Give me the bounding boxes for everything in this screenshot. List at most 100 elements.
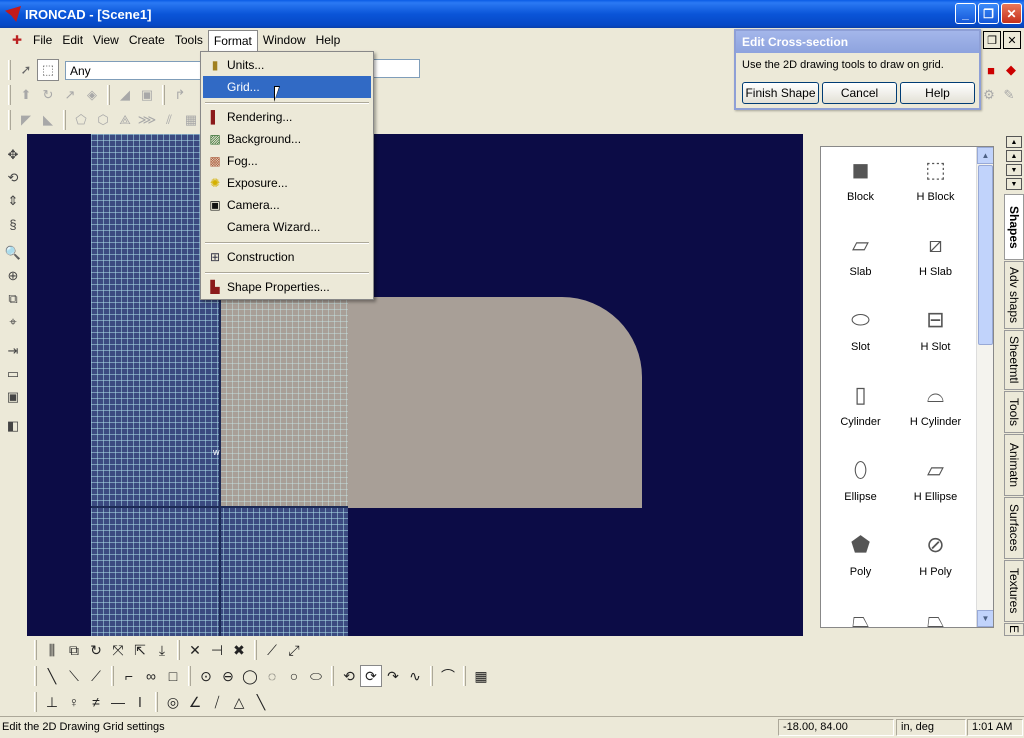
circle-tangent-icon[interactable]: ◌ — [261, 665, 283, 687]
line-icon[interactable]: ╲ — [41, 665, 63, 687]
mirror-icon[interactable]: ⫽ — [158, 109, 180, 131]
catalog-item-ellipse[interactable]: ⬯ Ellipse — [823, 455, 898, 503]
rectangle-icon[interactable]: □ — [162, 665, 184, 687]
tab-scroll-up-icon[interactable]: ▲ — [1006, 150, 1022, 162]
toolbar-grip[interactable] — [34, 692, 37, 712]
perpendicular-icon[interactable]: ⊥ — [41, 691, 63, 713]
menu-item-background[interactable]: ▨ Background... — [203, 128, 371, 150]
redo-arrow-icon[interactable]: ↱ — [169, 84, 191, 106]
rotate-icon[interactable]: ↻ — [85, 639, 107, 661]
toolbar-grip[interactable] — [8, 85, 11, 105]
sweep-icon[interactable]: ↗ — [59, 84, 81, 106]
menu-tools[interactable]: Tools — [170, 30, 208, 50]
toolbar-grip[interactable] — [430, 666, 433, 686]
parallel-icon[interactable]: ≠ — [85, 691, 107, 713]
scroll-up-icon[interactable]: ▲ — [977, 147, 993, 164]
vertical-icon[interactable]: ǀ — [129, 691, 151, 713]
toolbar-grip[interactable] — [254, 640, 257, 660]
arc-icon[interactable]: ⟲ — [338, 665, 360, 687]
zoom-icon[interactable]: 🔍 — [2, 242, 24, 264]
render-mode-icon[interactable]: ◧ — [2, 415, 24, 437]
toolbar-grip[interactable] — [34, 666, 37, 686]
tab-animatn[interactable]: Animatn — [1004, 434, 1024, 496]
tab-surfaces[interactable]: Surfaces — [1004, 497, 1024, 559]
circle-three-point-icon[interactable]: ◯ — [239, 665, 261, 687]
toolbar-grip[interactable] — [8, 60, 11, 80]
toolbar-grip[interactable] — [155, 692, 158, 712]
document-close-button[interactable]: ✕ — [1003, 31, 1021, 49]
circle-two-point-icon[interactable]: ⊖ — [217, 665, 239, 687]
tab-e[interactable]: E — [1004, 623, 1024, 636]
arc-tangent-icon[interactable]: ⟳ — [360, 665, 382, 687]
sketch-link-icon[interactable]: ∞ — [140, 665, 162, 687]
select-arrow-icon[interactable]: ➚ — [15, 59, 37, 81]
catalog-item-slab[interactable]: ▱ Slab — [823, 230, 898, 278]
menu-item-units[interactable]: ▮ Units... — [203, 54, 371, 76]
diagonal-dimension-icon[interactable]: ╲ — [250, 691, 272, 713]
pan-icon[interactable]: ✥ — [2, 144, 24, 166]
grid-settings-icon[interactable]: ▦ — [470, 665, 492, 687]
distance-icon[interactable]: ⧸ — [206, 691, 228, 713]
pattern-icon[interactable]: ⋙ — [136, 109, 158, 131]
tab-scroll-down-icon[interactable]: ▼ — [1006, 164, 1022, 176]
extend-icon[interactable]: ⧉ — [63, 639, 85, 661]
catalog-item-h-slot[interactable]: ⊟ H Slot — [898, 305, 973, 353]
dialog-title[interactable]: Edit Cross-section — [736, 31, 979, 53]
horizontal-icon[interactable]: — — [107, 691, 129, 713]
circle-tangent-two-icon[interactable]: ○ — [283, 665, 305, 687]
selection-filter-combo[interactable]: Any — [65, 60, 201, 80]
scene-viewport[interactable]: w — [27, 134, 803, 636]
smart-dimension-icon[interactable]: △ — [228, 691, 250, 713]
fillet-curve-icon[interactable]: ⌒ — [437, 665, 459, 687]
scale-icon[interactable]: ⤧ — [107, 639, 129, 661]
import-icon[interactable]: ⤓ — [151, 639, 173, 661]
ellipse-tool-icon[interactable]: ⬭ — [305, 665, 327, 687]
menu-file[interactable]: File — [28, 30, 57, 50]
scroll-down-icon[interactable]: ▼ — [977, 610, 993, 627]
toolbar-grip[interactable] — [177, 640, 180, 660]
tab-adv-shaps[interactable]: Adv shaps — [1004, 261, 1024, 329]
help-button[interactable]: Help — [900, 82, 975, 104]
toolbar-grip[interactable] — [463, 666, 466, 686]
catalog-item-slot[interactable]: ⬭ Slot — [823, 305, 898, 353]
camera-frame-icon[interactable]: ▣ — [2, 386, 24, 408]
menu-item-camera[interactable]: ▣ Camera... — [203, 194, 371, 216]
trim-icon[interactable]: ⫼ — [41, 639, 63, 661]
tab-shapes[interactable]: Shapes — [1004, 194, 1024, 260]
face-offset-icon[interactable]: ◣ — [37, 109, 59, 131]
cancel-button[interactable]: Cancel — [822, 82, 897, 104]
toolbar-grip[interactable] — [107, 85, 110, 105]
gear-icon[interactable]: ⚙ — [978, 84, 1000, 106]
tab-scroll-top-icon[interactable]: ▲ — [1006, 136, 1022, 148]
red-shape-icon[interactable]: ■ — [980, 59, 1002, 81]
document-menu-icon[interactable]: ✚ — [6, 31, 28, 49]
tab-sheetmtl[interactable]: Sheetmtl — [1004, 330, 1024, 390]
minimize-button[interactable]: _ — [955, 3, 976, 24]
boolean-icon[interactable]: ▦ — [180, 109, 202, 131]
menu-format[interactable]: Format — [207, 29, 258, 51]
toolbar-grip[interactable] — [63, 110, 66, 130]
menu-item-exposure[interactable]: ✺ Exposure... — [203, 172, 371, 194]
menu-help[interactable]: Help — [311, 30, 346, 50]
menu-item-shape-properties[interactable]: ▙ Shape Properties... — [203, 276, 371, 298]
bspline-icon[interactable]: ∿ — [404, 665, 426, 687]
chamfer-icon[interactable]: ⬡ — [92, 109, 114, 131]
catalog-item-cylinder[interactable]: ▯ Cylinder — [823, 380, 898, 428]
catalog-item-h-ellipse[interactable]: ⏥ H Ellipse — [898, 455, 973, 503]
tangent-icon[interactable]: ♀ — [63, 691, 85, 713]
toolbar-input-field[interactable] — [372, 59, 420, 78]
fillet-icon[interactable]: ◢ — [114, 84, 136, 106]
fit-view-icon[interactable]: ⧉ — [2, 288, 24, 310]
draft-icon[interactable]: ⟁ — [114, 109, 136, 131]
perpendicular-line-icon[interactable]: ⟋ — [85, 665, 107, 687]
catalog-item-h-slab[interactable]: ⧄ H Slab — [898, 230, 973, 278]
finish-shape-button[interactable]: Finish Shape — [742, 82, 819, 104]
dimension-icon[interactable]: ⤢ — [283, 639, 305, 661]
delete-curve-icon[interactable]: ✕ — [184, 639, 206, 661]
arc-three-point-icon[interactable]: ↷ — [382, 665, 404, 687]
menu-item-grid[interactable]: Grid... — [203, 76, 371, 98]
toolbar-grip[interactable] — [111, 666, 114, 686]
menu-item-construction[interactable]: ⊞ Construction — [203, 246, 371, 268]
menu-window[interactable]: Window — [258, 30, 311, 50]
menu-item-camera-wizard[interactable]: Camera Wizard... — [203, 216, 371, 238]
